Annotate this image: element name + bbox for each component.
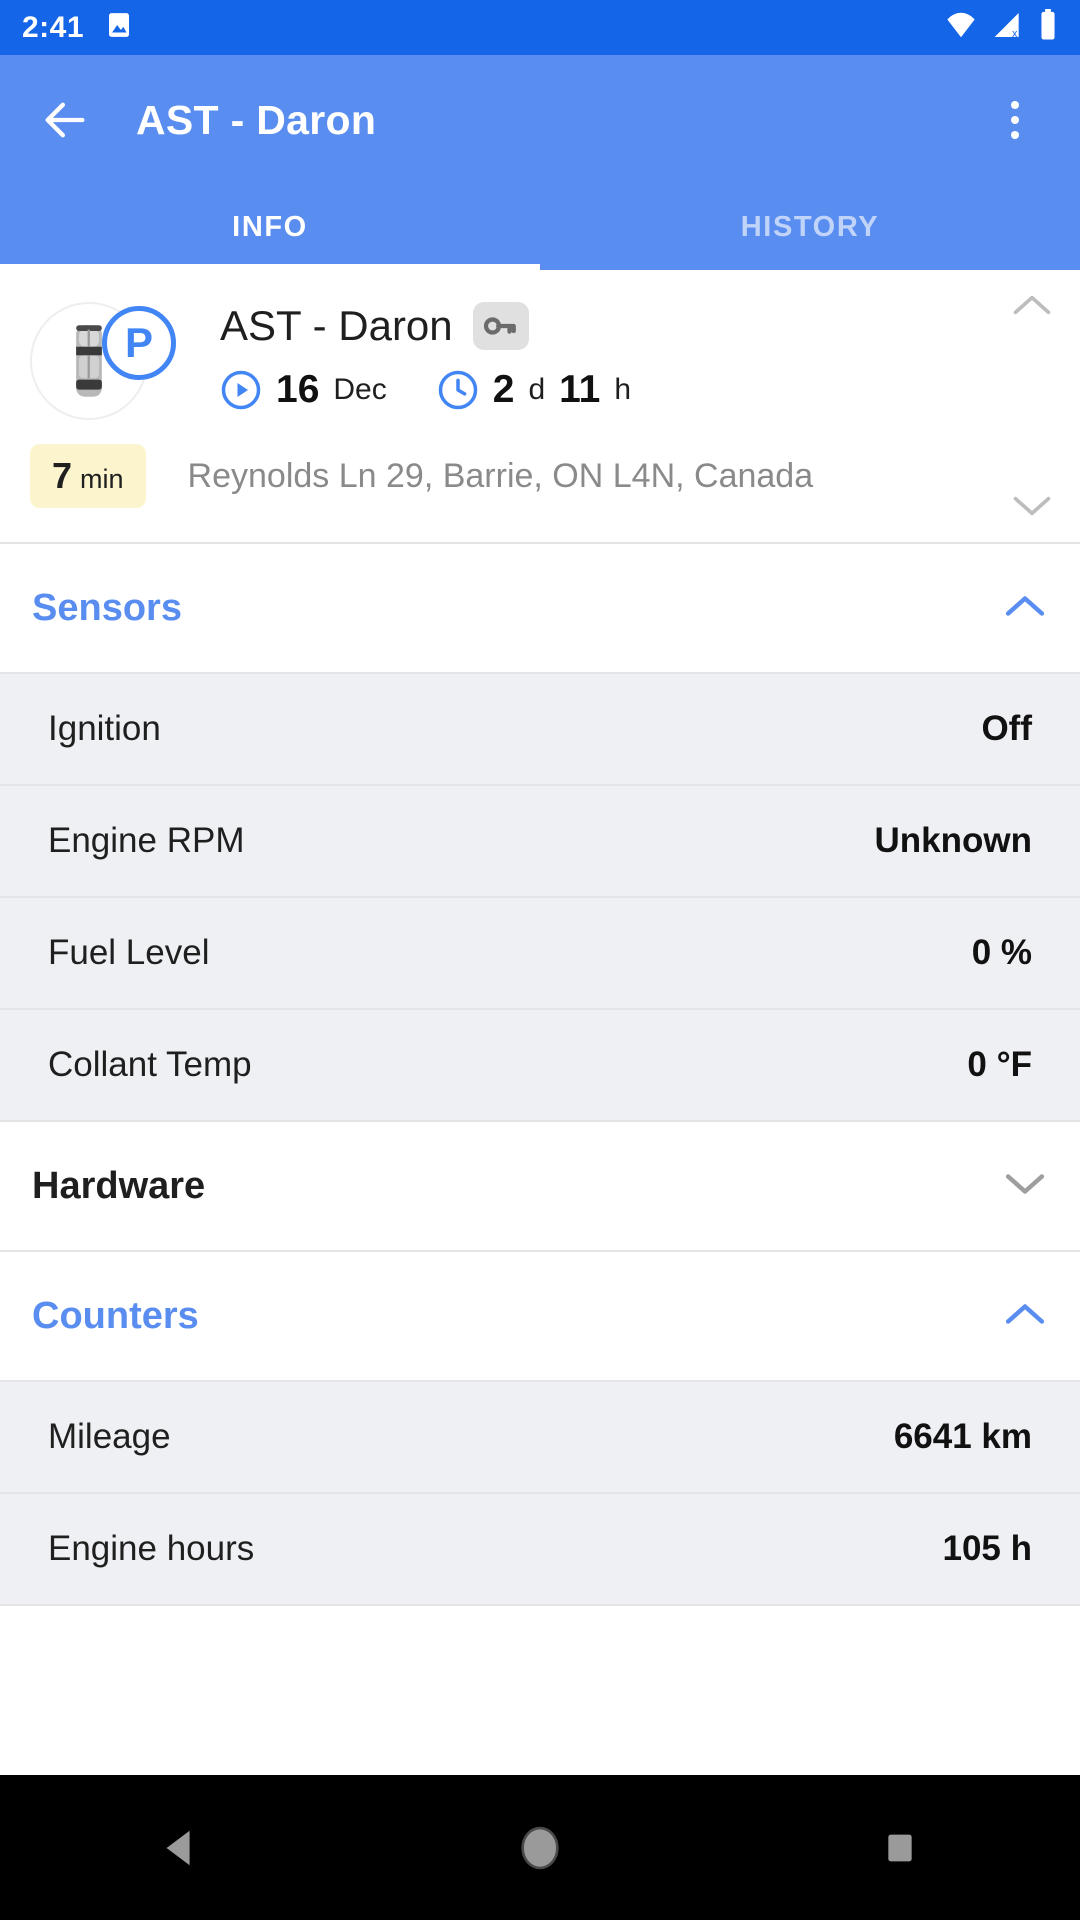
date-value: 16 (276, 368, 320, 411)
overflow-menu-button[interactable] (980, 85, 1050, 155)
table-row[interactable]: Mileage 6641 km (0, 1382, 1080, 1494)
date-unit: Dec (333, 373, 387, 406)
idle-unit: min (80, 464, 124, 494)
duration-hours-unit: h (614, 373, 632, 406)
key-badge (472, 302, 529, 350)
tab-info[interactable]: INFO (0, 185, 540, 270)
vehicle-avatar: P (30, 302, 176, 420)
duration-days-unit: d (528, 373, 546, 406)
row-label: Fuel Level (48, 933, 210, 972)
status-bar-clock: 2:41 (22, 10, 85, 44)
app-bar: AST - Daron INFO HISTORY (0, 55, 1080, 270)
last-trip-date: 16 Dec (220, 368, 387, 412)
key-icon (483, 317, 516, 335)
row-label: Engine hours (48, 1529, 255, 1568)
table-row[interactable]: Ignition Off (0, 674, 1080, 786)
row-label: Ignition (48, 709, 161, 748)
chevron-up-icon[interactable] (1002, 1299, 1048, 1334)
nav-home-button[interactable] (475, 1783, 605, 1913)
vehicle-title-row: AST - Daron (220, 302, 1050, 350)
duration-hours-value: 11 (559, 368, 601, 411)
triangle-back-icon (166, 1830, 190, 1865)
vehicle-card-main: P AST - Daron 16 Dec 2 d 11 h (0, 298, 1080, 420)
vehicle-name: AST - Daron (220, 302, 453, 349)
clock-icon (438, 370, 477, 410)
row-value: Off (981, 709, 1032, 748)
more-vertical-icon (1011, 116, 1019, 124)
nav-recents-button[interactable] (835, 1783, 965, 1913)
table-row[interactable]: Fuel Level 0 % (0, 898, 1080, 1010)
idle-duration-badge: 7 min (30, 444, 146, 508)
section-title-counters: Counters (32, 1294, 199, 1337)
section-header-counters[interactable]: Counters (0, 1252, 1080, 1382)
table-row[interactable]: Engine RPM Unknown (0, 786, 1080, 898)
vehicle-meta-row: 16 Dec 2 d 11 h (220, 368, 1050, 412)
android-navigation-bar (0, 1775, 1080, 1920)
row-value: 0 % (971, 933, 1032, 972)
card-collapse-up-icon[interactable] (1010, 290, 1054, 325)
vehicle-card-bottom-row: 7 min Reynolds Ln 29, Barrie, ON L4N, Ca… (0, 444, 1080, 508)
card-expand-down-icon[interactable] (1010, 491, 1054, 526)
section-header-hardware[interactable]: Hardware (0, 1122, 1080, 1252)
battery-icon (1038, 9, 1058, 46)
nav-back-button[interactable] (115, 1783, 245, 1913)
more-vertical-icon (1011, 101, 1019, 109)
parked-duration: 2 d 11 h (437, 368, 631, 412)
row-value: 6641 km (893, 1417, 1032, 1456)
row-label: Engine RPM (48, 821, 245, 860)
vehicle-summary-card[interactable]: P AST - Daron 16 Dec 2 d 11 h 7 min Reyn… (0, 270, 1080, 544)
row-label: Collant Temp (48, 1045, 252, 1084)
section-title-hardware: Hardware (32, 1164, 206, 1207)
status-bar-notification-icons (104, 10, 134, 45)
vehicle-address: Reynolds Ln 29, Barrie, ON L4N, Canada (187, 456, 814, 495)
section-title-sensors: Sensors (32, 586, 182, 629)
row-value: 105 h (942, 1529, 1033, 1568)
back-button[interactable] (30, 85, 100, 155)
play-circle-icon (221, 370, 261, 410)
table-row[interactable]: Collant Temp 0 °F (0, 1010, 1080, 1122)
status-bar-system-icons: x (944, 9, 1058, 46)
table-row[interactable]: Engine hours 105 h (0, 1494, 1080, 1606)
row-value: 0 °F (967, 1045, 1032, 1084)
tab-bar: INFO HISTORY (0, 185, 1080, 270)
more-vertical-icon (1011, 131, 1019, 139)
svg-text:x: x (1012, 28, 1018, 40)
parked-status-badge: P (102, 306, 176, 380)
tab-history[interactable]: HISTORY (540, 185, 1080, 270)
photo-icon (104, 10, 134, 45)
circle-home-icon (521, 1826, 559, 1869)
duration-days-value: 2 (492, 368, 515, 411)
wifi-icon (944, 10, 978, 45)
vehicle-card-text: AST - Daron 16 Dec 2 d 11 h (220, 298, 1050, 420)
idle-value: 7 (52, 455, 73, 496)
row-value: Unknown (874, 821, 1032, 860)
cellular-off-icon: x (992, 10, 1024, 45)
section-header-sensors[interactable]: Sensors (0, 544, 1080, 674)
chevron-down-icon[interactable] (1002, 1169, 1048, 1204)
square-recents-icon (888, 1834, 912, 1861)
status-bar: 2:41 x (0, 0, 1080, 55)
row-label: Mileage (48, 1417, 171, 1456)
app-bar-top-row: AST - Daron (0, 55, 1080, 185)
chevron-up-icon[interactable] (1002, 591, 1048, 626)
page-title: AST - Daron (136, 96, 377, 143)
content-scroll-area[interactable]: P AST - Daron 16 Dec 2 d 11 h 7 min Reyn… (0, 270, 1080, 1775)
